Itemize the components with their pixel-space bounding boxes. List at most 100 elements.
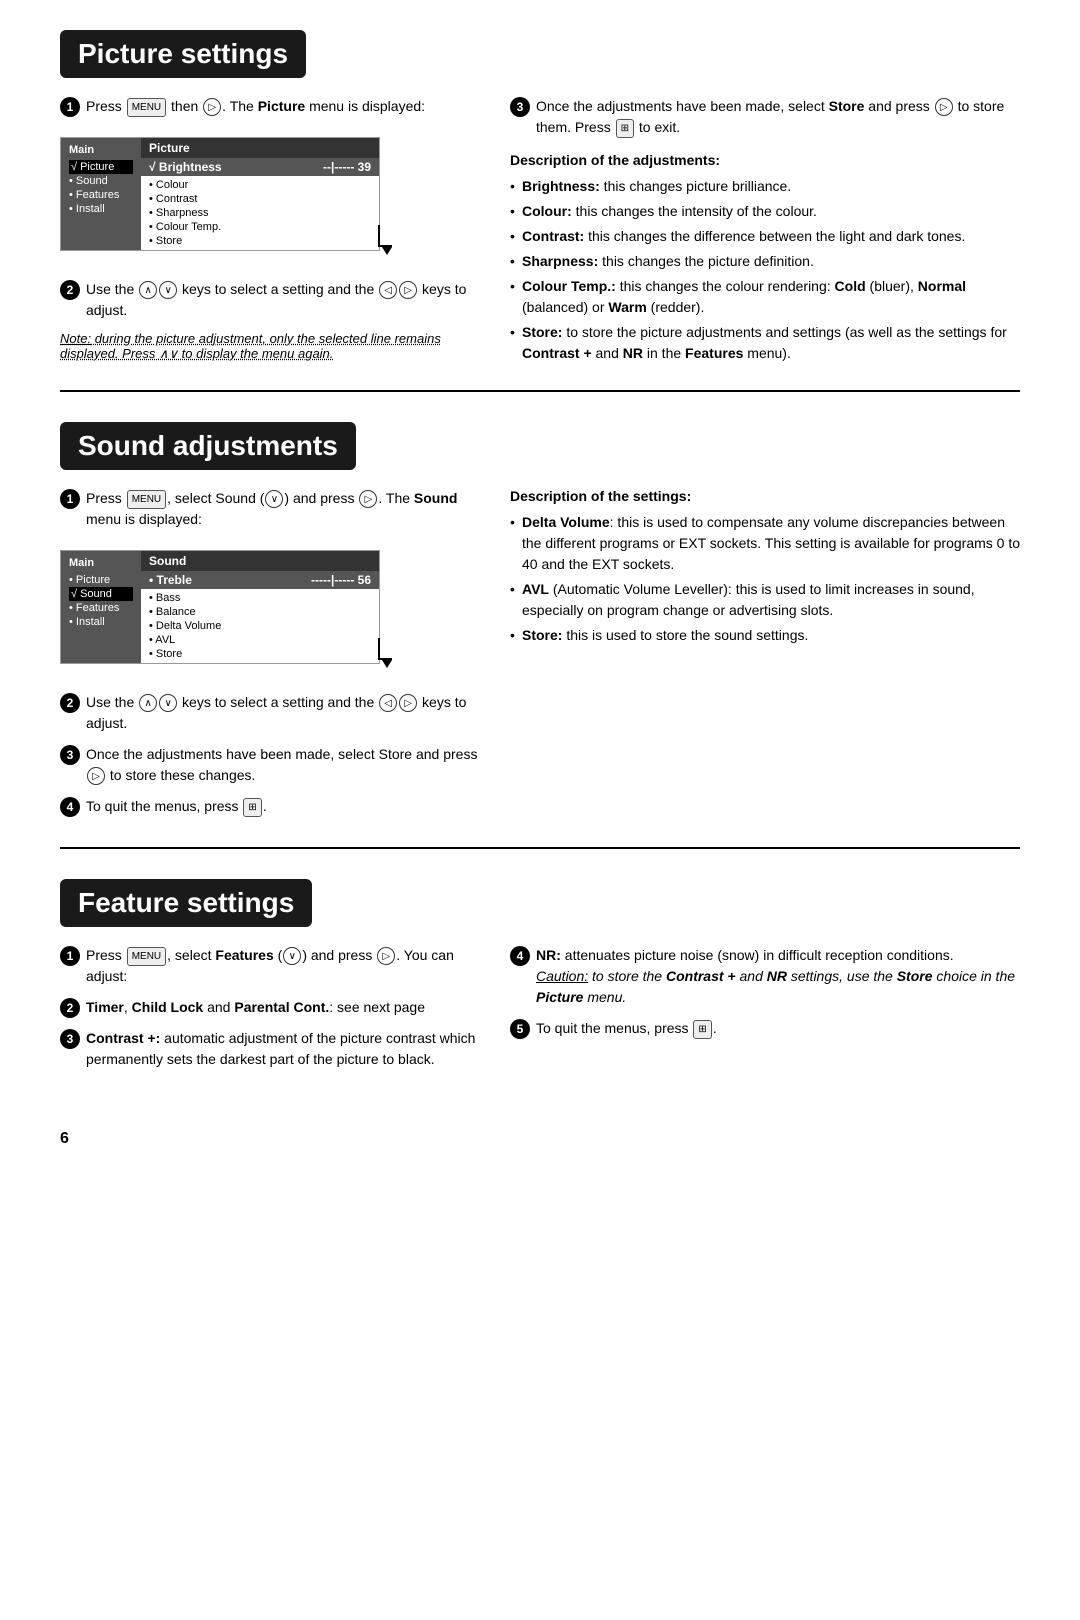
feature-step-4: 4 NR: attenuates picture noise (snow) in… [510,945,1020,1008]
feature-step-4-num: 4 [510,946,530,966]
feature-down-btn: ∨ [283,947,301,965]
sound-diagram-arrow [378,638,392,668]
sound-left-col: 1 Press MENU, select Sound (∨) and press… [60,488,480,827]
menu-sound-item: • Sound [69,174,133,188]
menu-right-panel: Picture √ Brightness --|----- 39 • Colou… [141,138,379,250]
up-down-btn: ∧ [139,281,157,299]
sound-store-btn: ▷ [87,767,105,785]
picture-desc-title: Description of the adjustments: [510,152,1020,168]
sound-right-items: • Bass • Balance • Delta Volume • AVL • … [141,589,379,663]
sound-menu-box: Main • Picture √ Sound • Features • Inst… [60,550,380,664]
feature-step-1-text: Press MENU, select Features (∨) and pres… [86,945,480,987]
sound-store-item: • Store [149,647,371,661]
sound-adjustments-header: Sound adjustments [60,422,356,470]
picture-menu-diagram: Main √ Picture • Sound • Features • Inst… [60,127,480,265]
feature-step-5-text: To quit the menus, press ⊞. [536,1018,717,1039]
sound-menu-btn: MENU [127,490,166,509]
feature-settings-section: Feature settings 1 Press MENU, select Fe… [60,879,1020,1100]
feature-step-3-num: 3 [60,1029,80,1049]
picture-settings-header: Picture settings [60,30,306,78]
sound-quit-btn: ⊞ [243,798,261,817]
menu-sharpness-item: • Sharpness [149,206,371,220]
sound-down-btn2: ∨ [159,694,177,712]
sound-left-btn: ◁ [379,694,397,712]
step-1-num: 1 [60,97,80,117]
menu-colourtemp-item: • Colour Temp. [149,220,371,234]
right-arrow-btn: ▷ [203,98,221,116]
sound-step-1-num: 1 [60,489,80,509]
sound-menu-features: • Features [69,601,133,615]
up-down-btn2: ∨ [159,281,177,299]
picture-step-1-text: Press MENU then ▷. The Picture menu is d… [86,96,425,117]
sound-main-title: Main [69,557,133,569]
sound-adjustments-section: Sound adjustments 1 Press MENU, select S… [60,422,1020,849]
sound-deltavolume-item: • Delta Volume [149,619,371,633]
sound-bass-item: • Bass [149,591,371,605]
sound-step-2-text: Use the ∧∨ keys to select a setting and … [86,692,480,734]
desc-sound-store: Store: this is used to store the sound s… [510,623,1020,648]
feature-step-3-text: Contrast +: automatic adjustment of the … [86,1028,480,1070]
menu-contrast-item: • Contrast [149,192,371,206]
sound-up-btn: ∧ [139,694,157,712]
sound-menu-right: Sound • Treble -----|----- 56 • Bass • B… [141,551,379,663]
menu-colour-item: • Colour [149,178,371,192]
picture-left-col: 1 Press MENU then ▷. The Picture menu is… [60,96,480,370]
sound-right-title: Sound [141,551,379,571]
picture-step-2-text: Use the ∧∨ keys to select a setting and … [86,279,480,321]
picture-step-3: 3 Once the adjustments have been made, s… [510,96,1020,138]
picture-note: Note: during the picture adjustment, onl… [60,331,480,362]
sound-step-3-text: Once the adjustments have been made, sel… [86,744,480,786]
feature-right-btn: ▷ [377,947,395,965]
menu-btn-icon: MENU [127,98,166,117]
desc-store: Store: to store the picture adjustments … [510,320,1020,366]
menu-right-items: • Colour • Contrast • Sharpness • Colour… [141,176,379,250]
picture-right-col: 3 Once the adjustments have been made, s… [510,96,1020,370]
desc-contrast: Contrast: this changes the difference be… [510,224,1020,249]
sound-step-2: 2 Use the ∧∨ keys to select a setting an… [60,692,480,734]
step-3-num: 3 [510,97,530,117]
sound-right-btn: ▷ [359,490,377,508]
feature-step-1-num: 1 [60,946,80,966]
feature-right-col: 4 NR: attenuates picture noise (snow) in… [510,945,1020,1080]
feature-left-col: 1 Press MENU, select Features (∨) and pr… [60,945,480,1080]
feature-step-5: 5 To quit the menus, press ⊞. [510,1018,1020,1039]
desc-brightness: Brightness: this changes picture brillia… [510,174,1020,199]
menu-features-item: • Features [69,188,133,202]
menu-brightness-selected: √ Brightness --|----- 39 [141,158,379,176]
feature-step-3: 3 Contrast +: automatic adjustment of th… [60,1028,480,1070]
feature-step-2: 2 Timer, Child Lock and Parental Cont.: … [60,997,480,1018]
sound-desc-list: Delta Volume: this is used to compensate… [510,510,1020,648]
sound-balance-item: • Balance [149,605,371,619]
left-btn: ◁ [379,281,397,299]
sound-step-4: 4 To quit the menus, press ⊞. [60,796,480,817]
feature-step-4-text: NR: attenuates picture noise (snow) in d… [536,945,1020,1008]
desc-deltavolume: Delta Volume: this is used to compensate… [510,510,1020,577]
desc-colour: Colour: this changes the intensity of th… [510,199,1020,224]
sound-menu-install: • Install [69,615,133,629]
feature-settings-header: Feature settings [60,879,312,927]
sound-step-2-num: 2 [60,693,80,713]
sound-menu-left: Main • Picture √ Sound • Features • Inst… [61,551,141,663]
menu-left-panel: Main √ Picture • Sound • Features • Inst… [61,138,141,250]
feature-quit-btn: ⊞ [693,1020,711,1039]
menu-install-item: • Install [69,202,133,216]
right-btn: ▷ [399,281,417,299]
picture-step-3-text: Once the adjustments have been made, sel… [536,96,1020,138]
feature-step-2-num: 2 [60,998,80,1018]
sound-step-4-num: 4 [60,797,80,817]
sound-desc-title: Description of the settings: [510,488,1020,504]
picture-menu-box: Main √ Picture • Sound • Features • Inst… [60,137,380,251]
feature-menu-btn: MENU [127,947,166,966]
desc-avl: AVL (Automatic Volume Leveller): this is… [510,577,1020,623]
menu-right-title: Picture [141,138,379,158]
sound-right-btn2: ▷ [399,694,417,712]
menu-picture-item: √ Picture [69,160,133,174]
sound-avl-item: • AVL [149,633,371,647]
sound-treble-selected: • Treble -----|----- 56 [141,571,379,589]
sound-step-3: 3 Once the adjustments have been made, s… [60,744,480,786]
exit-btn: ⊞ [616,119,634,138]
picture-desc-list: Brightness: this changes picture brillia… [510,174,1020,366]
feature-step-2-text: Timer, Child Lock and Parental Cont.: se… [86,997,425,1018]
step-2-num: 2 [60,280,80,300]
picture-step-2: 2 Use the ∧∨ keys to select a setting an… [60,279,480,321]
